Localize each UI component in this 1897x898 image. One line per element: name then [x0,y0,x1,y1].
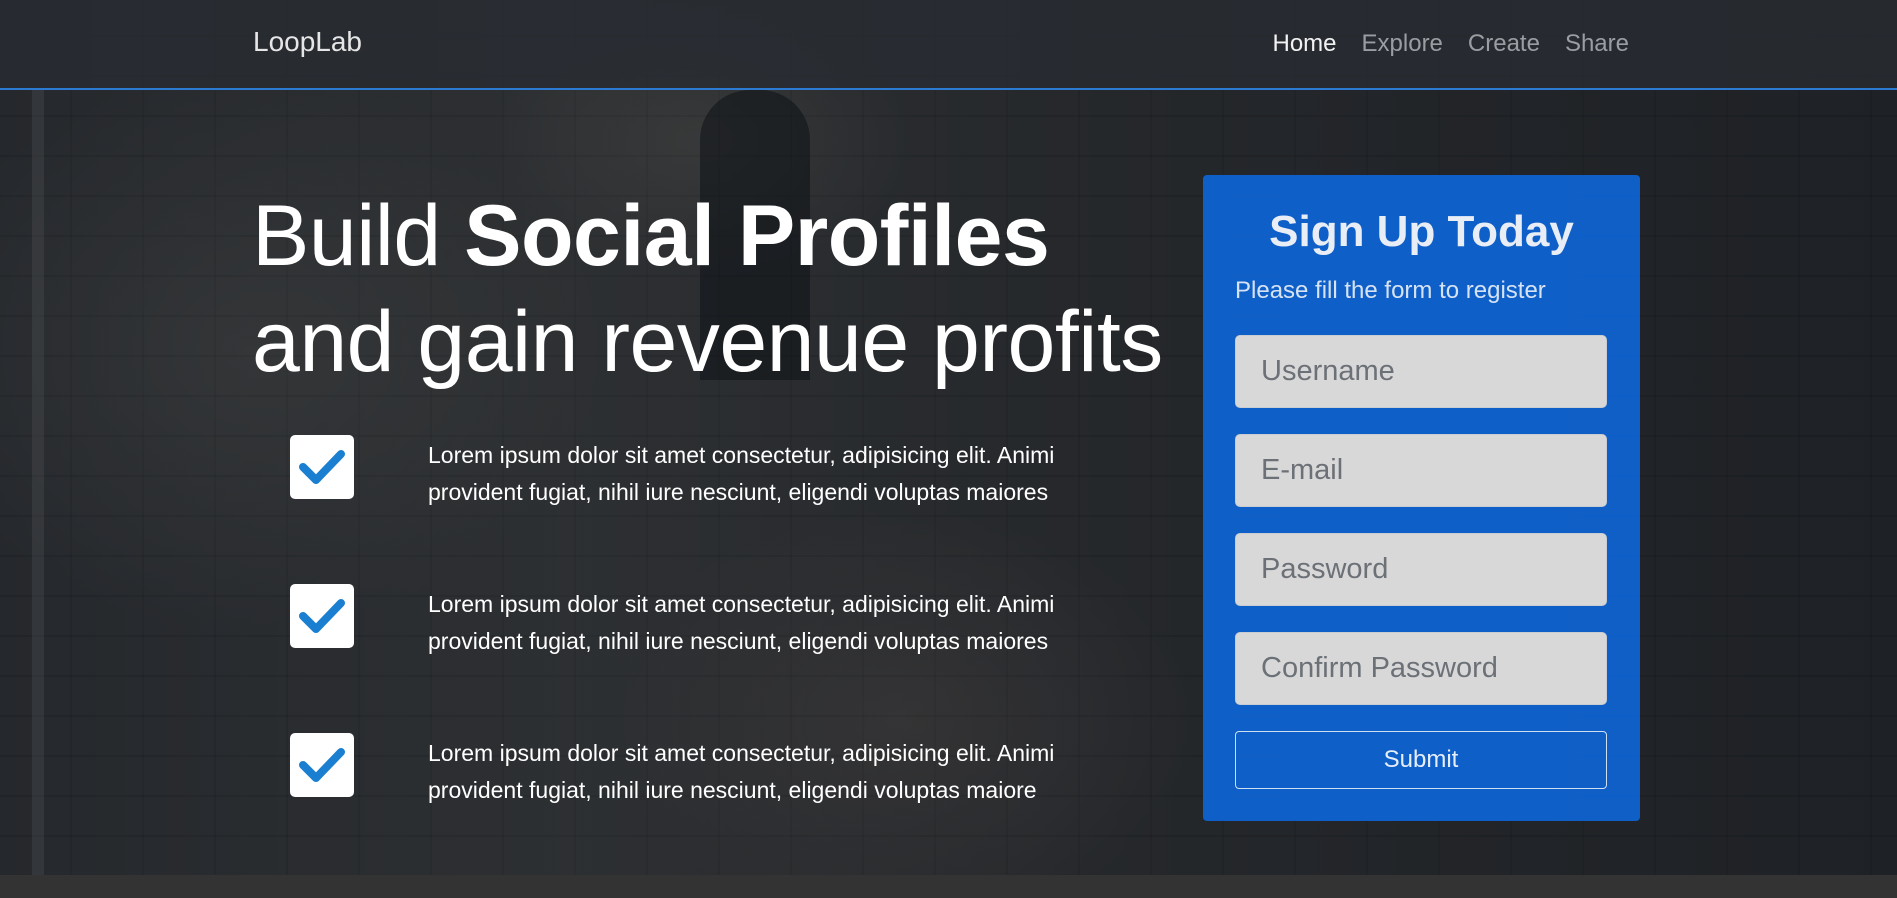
feature-text: Lorem ipsum dolor sit amet consectetur, … [428,740,1055,803]
hero-headline: Build Social Profiles and gain revenue p… [252,183,1172,395]
feature-text: Lorem ipsum dolor sit amet consectetur, … [428,591,1055,654]
signup-subtitle: Please fill the form to register [1235,277,1546,304]
brand-logo[interactable]: LoopLab [253,26,362,58]
signup-title: Sign Up Today [1269,207,1574,256]
feature-item: Lorem ipsum dolor sit amet consectetur, … [290,435,1150,505]
password-input[interactable] [1235,533,1607,606]
footer-strip [0,875,1897,898]
nav-home[interactable]: Home [1273,30,1337,58]
headline-part1: Build [252,188,465,284]
nav-explore[interactable]: Explore [1362,30,1443,58]
feature-text: Lorem ipsum dolor sit amet consectetur, … [428,442,1055,505]
background-pipe [32,90,44,875]
check-icon [290,435,354,499]
confirm-password-input[interactable] [1235,632,1607,705]
nav-share[interactable]: Share [1565,30,1629,58]
nav-menu: Home Explore Create Share [1248,30,1630,58]
username-input[interactable] [1235,335,1607,408]
headline-part2: and gain revenue profits [252,294,1163,390]
nav-create[interactable]: Create [1468,30,1540,58]
feature-item: Lorem ipsum dolor sit amet consectetur, … [290,733,1150,803]
email-input[interactable] [1235,434,1607,507]
feature-item: Lorem ipsum dolor sit amet consectetur, … [290,584,1150,654]
submit-button[interactable]: Submit [1235,731,1607,789]
check-icon [290,733,354,797]
check-icon [290,584,354,648]
headline-bold: Social Profiles [464,188,1050,284]
signup-card: Sign Up Today Please fill the form to re… [1203,175,1640,821]
navbar: LoopLab Home Explore Create Share [0,0,1897,90]
